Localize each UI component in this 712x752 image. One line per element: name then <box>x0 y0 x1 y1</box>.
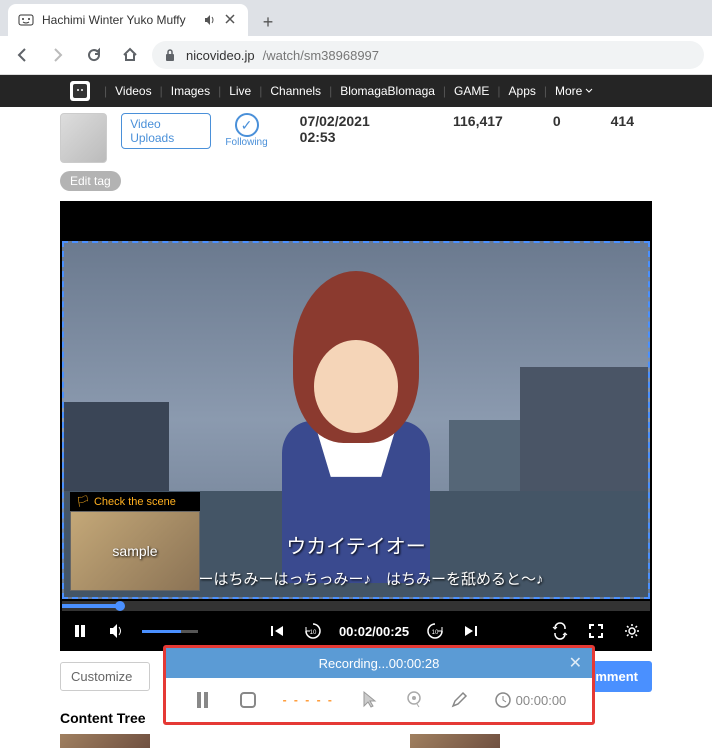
scene-popup: 🏳 Check the scene ✕ sample <box>70 492 200 591</box>
lock-icon <box>164 48 178 62</box>
tab-favicon-icon <box>18 12 34 28</box>
recorder-status-prefix: Recording... <box>319 656 389 671</box>
recorder-schedule-button[interactable]: 00:00:00 <box>494 691 567 709</box>
video-info-row: Video Uploads ✓ Following 07/02/2021 02:… <box>60 107 652 171</box>
new-tab-button[interactable]: + <box>254 8 282 36</box>
back-button[interactable] <box>8 41 36 69</box>
nav-more-label: More <box>555 84 582 98</box>
tree-thumb[interactable] <box>410 734 500 748</box>
recorder-header[interactable]: Recording... 00:00:28 ✕ <box>166 648 592 678</box>
url-host: nicovideo.jp <box>186 48 255 63</box>
fullscreen-button[interactable] <box>586 621 606 641</box>
mylist-count: 414 <box>611 113 634 129</box>
browser-tab[interactable]: Hachimi Winter Yuko Muffy <box>8 4 248 36</box>
subtitle-line-1: ウカイテイオー <box>286 530 426 559</box>
site-logo-icon[interactable] <box>70 81 90 101</box>
loop-button[interactable] <box>550 621 570 641</box>
scene-popup-header[interactable]: 🏳 Check the scene <box>70 492 200 511</box>
time-display: 00:02/00:25 <box>339 624 409 639</box>
recorder-pause-button[interactable] <box>192 689 214 711</box>
following-label: Following <box>225 137 267 148</box>
flag-icon: 🏳 <box>76 495 90 508</box>
chevron-down-icon <box>584 86 594 96</box>
next-button[interactable] <box>461 621 481 641</box>
recorder-stop-button[interactable] <box>237 689 259 711</box>
seek-bar[interactable] <box>62 601 650 611</box>
subtitle-line-2: ちみーはちみーはっちっみー♪ はちみーを舐めると〜♪ <box>168 568 543 589</box>
screen-recorder-panel: Recording... 00:00:28 ✕ - - - - - 00:00:… <box>163 645 595 725</box>
nav-blomaga[interactable]: BlomagaBlomaga <box>340 84 435 98</box>
nav-more[interactable]: More <box>555 84 594 98</box>
recorder-cursor-button[interactable] <box>357 689 379 711</box>
svg-text:10: 10 <box>310 630 317 636</box>
reload-button[interactable] <box>80 41 108 69</box>
scene-thumbnail[interactable]: sample <box>70 511 200 591</box>
previous-button[interactable] <box>267 621 287 641</box>
nav-images[interactable]: Images <box>171 84 210 98</box>
browser-tab-bar: Hachimi Winter Yuko Muffy + <box>0 0 712 36</box>
scene-sample-label: sample <box>112 543 157 559</box>
tab-title: Hachimi Winter Yuko Muffy <box>42 13 194 27</box>
seek-thumb[interactable] <box>115 601 125 611</box>
forward-10-button[interactable]: 10 <box>425 621 445 641</box>
close-icon[interactable] <box>224 13 238 27</box>
audio-icon[interactable] <box>202 13 216 27</box>
customize-button[interactable]: Customize <box>60 662 150 691</box>
volume-button[interactable] <box>106 621 126 641</box>
tree-thumb[interactable] <box>60 734 150 748</box>
svg-text:10: 10 <box>432 630 439 636</box>
video-player: ウカイテイオー ちみーはちみーはっちっみー♪ はちみーを舐めると〜♪ 🏳 Che… <box>60 201 652 651</box>
recorder-webcam-button[interactable] <box>403 689 425 711</box>
nav-game[interactable]: GAME <box>454 84 489 98</box>
recorder-elapsed: 00:00:28 <box>389 656 440 671</box>
scene-popup-label: Check the scene <box>94 496 176 508</box>
nav-live[interactable]: Live <box>229 84 251 98</box>
video-uploads-button[interactable]: Video Uploads <box>121 113 211 149</box>
check-circle-icon: ✓ <box>235 113 259 137</box>
recorder-controls: - - - - - 00:00:00 <box>166 678 592 722</box>
settings-button[interactable] <box>622 621 642 641</box>
forward-button[interactable] <box>44 41 72 69</box>
video-frame[interactable]: ウカイテイオー ちみーはちみーはっちっみー♪ はちみーを舐めると〜♪ 🏳 Che… <box>62 241 650 599</box>
browser-nav-bar: nicovideo.jp/watch/sm38968997 <box>0 36 712 74</box>
home-button[interactable] <box>116 41 144 69</box>
url-path: /watch/sm38968997 <box>263 48 379 63</box>
site-nav: | Videos| Images| Live| Channels| Blomag… <box>0 75 712 107</box>
nav-apps[interactable]: Apps <box>509 84 536 98</box>
comment-count: 0 <box>553 113 561 129</box>
view-count: 116,417 <box>453 113 503 129</box>
recorder-close-button[interactable]: ✕ <box>569 653 582 673</box>
recorder-annotate-button[interactable] <box>448 689 470 711</box>
recorder-draw-button[interactable]: - - - - - <box>283 693 334 707</box>
nav-channels[interactable]: Channels <box>270 84 321 98</box>
url-bar[interactable]: nicovideo.jp/watch/sm38968997 <box>152 41 704 69</box>
clock-icon <box>494 691 512 709</box>
volume-slider[interactable] <box>142 630 198 633</box>
rewind-10-button[interactable]: 10 <box>303 621 323 641</box>
nav-videos[interactable]: Videos <box>115 84 151 98</box>
edit-tag-button[interactable]: Edit tag <box>60 171 121 191</box>
following-indicator[interactable]: ✓ Following <box>225 113 267 148</box>
uploader-avatar[interactable] <box>60 113 107 163</box>
pause-button[interactable] <box>70 621 90 641</box>
upload-date: 07/02/2021 02:53 <box>300 113 403 145</box>
content-tree-thumbs <box>60 730 652 752</box>
recorder-clock-time: 00:00:00 <box>516 693 567 708</box>
